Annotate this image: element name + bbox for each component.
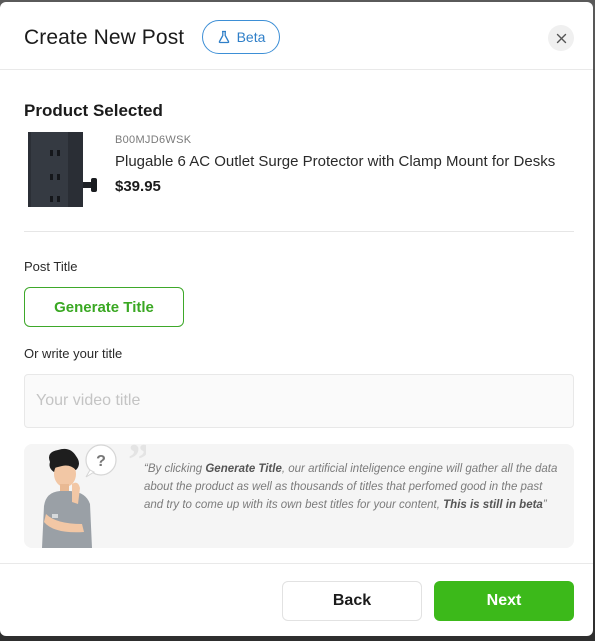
video-title-input[interactable]	[24, 374, 574, 428]
ai-info-text: “By clicking Generate Title, our artific…	[144, 460, 564, 514]
beta-badge: Beta	[202, 20, 280, 54]
bubble-question-mark: ?	[96, 453, 106, 470]
flask-icon	[218, 30, 229, 44]
product-section-title: Product Selected	[24, 101, 163, 120]
info-text-emphasis: This is still in beta	[443, 499, 543, 511]
post-title-label: Post Title	[24, 259, 78, 274]
product-name: Plugable 6 AC Outlet Surge Protector wit…	[115, 153, 556, 170]
create-post-modal: Create New Post Beta Product Selected B0…	[0, 2, 593, 636]
info-text-emphasis: Generate Title	[205, 463, 282, 475]
section-divider	[24, 231, 574, 232]
back-button[interactable]: Back	[282, 581, 422, 621]
beta-label: Beta	[236, 29, 266, 45]
modal-footer: Back Next	[0, 563, 593, 636]
write-title-label: Or write your title	[24, 346, 123, 361]
close-icon	[556, 33, 566, 43]
modal-title: Create New Post	[24, 26, 185, 49]
product-sku: B00MJD6WSK	[115, 134, 192, 146]
surge-protector-image	[28, 132, 97, 207]
info-text-part: “By clicking	[144, 463, 206, 475]
info-text-part: ”	[542, 499, 547, 511]
product-image	[28, 132, 98, 207]
ai-info-box: ” ? “By clicking Generate Title, our art…	[24, 444, 574, 548]
next-button[interactable]: Next	[434, 581, 574, 621]
close-button[interactable]	[548, 25, 574, 51]
generate-title-button[interactable]: Generate Title	[24, 287, 184, 327]
thinking-person-illustration: ” ?	[42, 444, 146, 548]
product-price: $39.95	[115, 178, 161, 195]
modal-header: Create New Post Beta	[0, 2, 593, 70]
